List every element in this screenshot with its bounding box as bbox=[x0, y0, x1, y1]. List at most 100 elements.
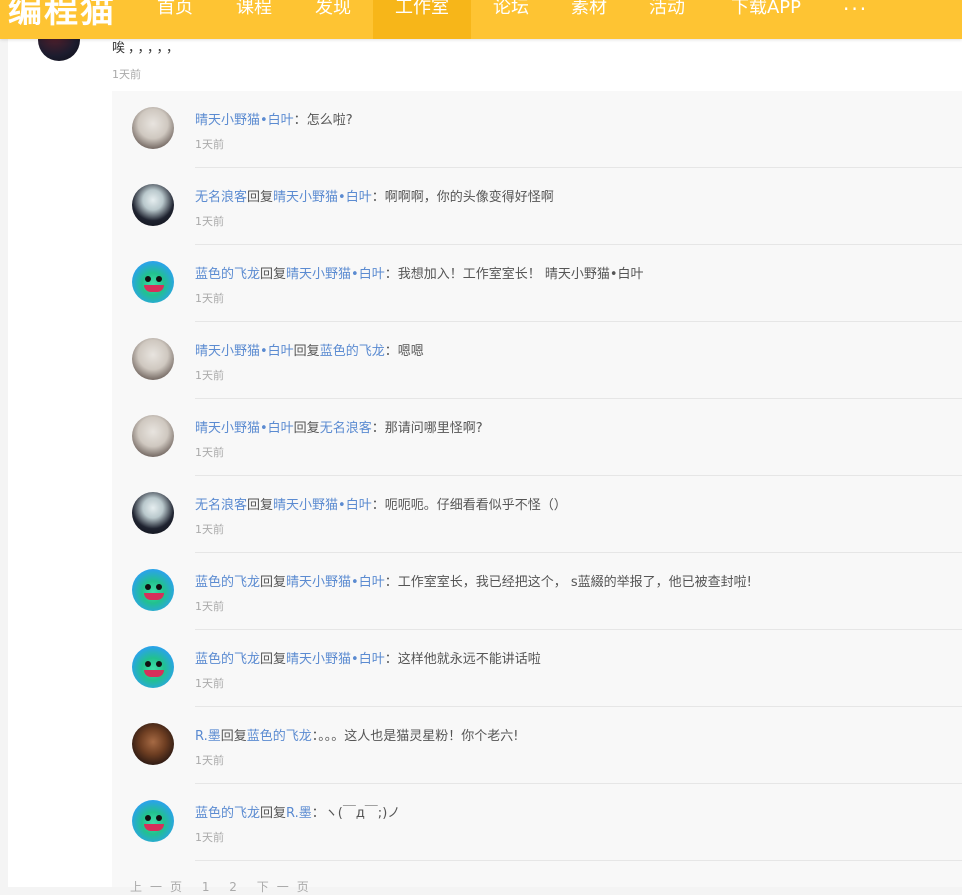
reply-text: 那请问哪里怪啊? bbox=[384, 421, 483, 436]
reply-separator: ： bbox=[311, 806, 325, 821]
reply-target-link[interactable]: R.墨 bbox=[286, 806, 312, 821]
reply-separator: ： bbox=[293, 113, 307, 128]
reply-word: 回复 bbox=[260, 575, 287, 590]
reply-line: 蓝色的飞龙回复晴天小野猫•白叶：这样他就永远不能讲话啦 bbox=[195, 648, 541, 667]
reply-author-link[interactable]: 蓝色的飞龙 bbox=[195, 652, 260, 667]
reply-time: 1天前 bbox=[195, 677, 224, 690]
avatar-detail bbox=[145, 584, 151, 590]
comment-text: 唉，，，，， bbox=[112, 41, 183, 56]
reply-author-link[interactable]: 晴天小野猫•白叶 bbox=[195, 344, 294, 359]
reply-text: 。。。这人也是猫灵星粉！你个老六! bbox=[318, 729, 519, 744]
comment-section: 唉，，，，， 1天前 晴天小野猫•白叶：怎么啦? 1天前 无名浪客回复晴天小野猫•白… bbox=[8, 19, 962, 887]
reply-author-link[interactable]: 无名浪客 bbox=[195, 190, 247, 205]
avatar[interactable] bbox=[132, 261, 174, 303]
reply-text: 工作室室长，我已经把这个， s蓝綴的举报了，他已被查封啦! bbox=[397, 575, 752, 590]
avatar[interactable] bbox=[132, 723, 174, 765]
reply-target-link[interactable]: 晴天小野猫•白叶 bbox=[286, 267, 385, 282]
reply-time: 1天前 bbox=[195, 600, 224, 613]
reply-text: 这样他就永远不能讲话啦 bbox=[397, 652, 541, 667]
nav-item-courses[interactable]: 课程 bbox=[223, 0, 285, 39]
reply-line: 蓝色的飞龙回复R.墨：ヽ(￣д￣;)ノ bbox=[195, 802, 400, 821]
reply-item: 蓝色的飞龙回复晴天小野猫•白叶：我想加入！工作室室长！ 晴天小野猫•白叶 1天前 bbox=[112, 245, 962, 322]
avatar[interactable] bbox=[132, 107, 174, 149]
avatar-detail bbox=[156, 584, 162, 590]
reply-target-link[interactable]: 晴天小野猫•白叶 bbox=[286, 575, 385, 590]
avatar-detail bbox=[145, 661, 151, 667]
reply-line: 晴天小野猫•白叶：怎么啦? bbox=[195, 109, 353, 128]
reply-time: 1天前 bbox=[195, 754, 224, 767]
reply-item: 无名浪客回复晴天小野猫•白叶：呃呃呃。仔细看看似乎不怪（） 1天前 bbox=[112, 476, 962, 553]
reply-target-link[interactable]: 蓝色的飞龙 bbox=[320, 344, 385, 359]
reply-separator: ： bbox=[371, 190, 385, 205]
reply-target-link[interactable]: 晴天小野猫•白叶 bbox=[273, 498, 372, 513]
reply-author-link[interactable]: R.墨 bbox=[195, 729, 221, 744]
reply-word: 回复 bbox=[260, 806, 287, 821]
avatar-detail bbox=[144, 824, 164, 831]
reply-item: 晴天小野猫•白叶回复蓝色的飞龙：嗯嗯 1天前 bbox=[112, 322, 962, 399]
reply-separator: ： bbox=[384, 652, 398, 667]
reply-item: 蓝色的飞龙回复R.墨：ヽ(￣д￣;)ノ 1天前 bbox=[112, 784, 962, 861]
reply-item: R.墨回复蓝色的飞龙：。。。这人也是猫灵星粉！你个老六! 1天前 bbox=[112, 707, 962, 784]
avatar-detail bbox=[145, 276, 151, 282]
avatar[interactable] bbox=[132, 800, 174, 842]
reply-separator: ： bbox=[384, 575, 398, 590]
reply-word: 回复 bbox=[247, 498, 274, 513]
reply-word: 回复 bbox=[247, 190, 274, 205]
site-logo[interactable]: 编程猫 bbox=[8, 0, 116, 31]
reply-target-link[interactable]: 晴天小野猫•白叶 bbox=[273, 190, 372, 205]
avatar-detail bbox=[144, 285, 164, 292]
reply-word: 回复 bbox=[293, 344, 320, 359]
reply-item: 蓝色的飞龙回复晴天小野猫•白叶：这样他就永远不能讲话啦 1天前 bbox=[112, 630, 962, 707]
avatar-detail bbox=[145, 815, 151, 821]
reply-target-link[interactable]: 无名浪客 bbox=[320, 421, 372, 436]
reply-word: 回复 bbox=[293, 421, 320, 436]
reply-time: 1天前 bbox=[195, 831, 224, 844]
reply-line: R.墨回复蓝色的飞龙：。。。这人也是猫灵星粉！你个老六! bbox=[195, 725, 518, 744]
reply-item: 晴天小野猫•白叶回复无名浪客：那请问哪里怪啊? 1天前 bbox=[112, 399, 962, 476]
reply-author-link[interactable]: 晴天小野猫•白叶 bbox=[195, 113, 294, 128]
more-menu-icon[interactable]: ··· bbox=[843, 0, 868, 19]
reply-separator: ： bbox=[384, 267, 398, 282]
reply-text: 呃呃呃。仔细看看似乎不怪（） bbox=[384, 498, 567, 513]
avatar[interactable] bbox=[132, 646, 174, 688]
reply-author-link[interactable]: 无名浪客 bbox=[195, 498, 247, 513]
reply-line: 无名浪客回复晴天小野猫•白叶：呃呃呃。仔细看看似乎不怪（） bbox=[195, 494, 567, 513]
avatar-detail bbox=[144, 670, 164, 677]
reply-item: 蓝色的飞龙回复晴天小野猫•白叶：工作室室长，我已经把这个， s蓝綴的举报了，他已… bbox=[112, 553, 962, 630]
avatar[interactable] bbox=[132, 415, 174, 457]
reply-time: 1天前 bbox=[195, 138, 224, 151]
nav-item-studio[interactable]: 工作室 bbox=[373, 0, 471, 39]
reply-author-link[interactable]: 晴天小野猫•白叶 bbox=[195, 421, 294, 436]
reply-text: 嗯嗯 bbox=[397, 344, 424, 359]
reply-author-link[interactable]: 蓝色的飞龙 bbox=[195, 575, 260, 590]
top-navigation-bar: 编程猫 首页 课程 发现 工作室 论坛 素材 活动 下载APP ··· bbox=[0, 0, 962, 39]
reply-time: 1天前 bbox=[195, 292, 224, 305]
nav-item-download-app[interactable]: 下载APP bbox=[722, 0, 810, 39]
reply-line: 晴天小野猫•白叶回复蓝色的飞龙：嗯嗯 bbox=[195, 340, 424, 359]
reply-author-link[interactable]: 蓝色的飞龙 bbox=[195, 267, 260, 282]
reply-separator: ： bbox=[384, 344, 398, 359]
avatar[interactable] bbox=[132, 184, 174, 226]
reply-separator: ： bbox=[371, 498, 385, 513]
reply-line: 蓝色的飞龙回复晴天小野猫•白叶：工作室室长，我已经把这个， s蓝綴的举报了，他已… bbox=[195, 571, 752, 590]
avatar[interactable] bbox=[132, 569, 174, 611]
reply-time: 1天前 bbox=[195, 215, 224, 228]
nav-item-forum[interactable]: 论坛 bbox=[480, 0, 542, 39]
reply-text: 怎么啦? bbox=[306, 113, 353, 128]
nav-item-home[interactable]: 首页 bbox=[144, 0, 206, 39]
reply-time: 1天前 bbox=[195, 446, 224, 459]
reply-word: 回复 bbox=[220, 729, 247, 744]
nav-item-materials[interactable]: 素材 bbox=[558, 0, 620, 39]
reply-line: 晴天小野猫•白叶回复无名浪客：那请问哪里怪啊? bbox=[195, 417, 483, 436]
avatar[interactable] bbox=[132, 338, 174, 380]
reply-word: 回复 bbox=[260, 652, 287, 667]
reply-text: ヽ(￣д￣;)ノ bbox=[324, 806, 401, 821]
nav-item-discover[interactable]: 发现 bbox=[302, 0, 364, 39]
reply-line: 无名浪客回复晴天小野猫•白叶：啊啊啊，你的头像变得好怪啊 bbox=[195, 186, 554, 205]
reply-target-link[interactable]: 蓝色的飞龙 bbox=[247, 729, 312, 744]
reply-target-link[interactable]: 晴天小野猫•白叶 bbox=[286, 652, 385, 667]
avatar-detail bbox=[156, 661, 162, 667]
nav-item-activities[interactable]: 活动 bbox=[636, 0, 698, 39]
avatar[interactable] bbox=[132, 492, 174, 534]
reply-author-link[interactable]: 蓝色的飞龙 bbox=[195, 806, 260, 821]
